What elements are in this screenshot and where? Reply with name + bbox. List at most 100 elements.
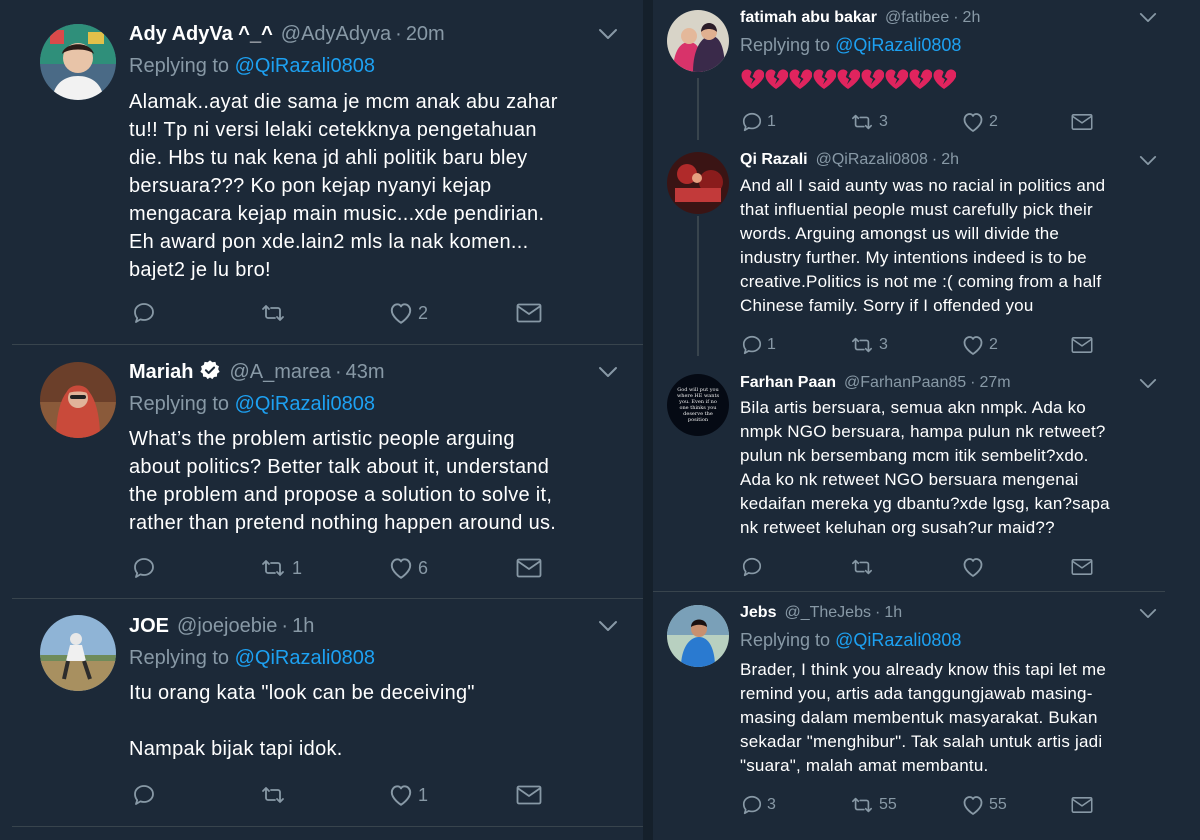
envelope-icon	[1071, 113, 1093, 131]
reply-button[interactable]	[132, 556, 258, 580]
display-name[interactable]: JOE	[129, 615, 169, 638]
retweet-button[interactable]: 1	[258, 556, 388, 580]
separator-dot: ·	[953, 9, 959, 26]
like-count: 55	[989, 796, 1007, 813]
user-handle[interactable]: @fatibee	[885, 9, 949, 27]
user-handle[interactable]: @QiRazali0808	[816, 151, 928, 169]
right-timeline: fatimah abu bakar @fatibee · 2h Replying…	[653, 0, 1200, 840]
heart-icon	[961, 555, 985, 579]
user-handle[interactable]: @A_marea	[229, 361, 330, 384]
replying-label: Replying to	[129, 55, 230, 77]
envelope-icon	[516, 558, 542, 578]
message-button[interactable]	[1071, 796, 1093, 814]
tweet-text: Itu orang kata "look can be deceiving" N…	[129, 682, 475, 760]
like-count: 2	[418, 302, 429, 323]
mention-link[interactable]: @QiRazali0808	[235, 647, 375, 669]
retweet-button[interactable]: 3	[849, 111, 961, 133]
retweet-button[interactable]: 3	[849, 334, 961, 356]
timestamp[interactable]: 2h	[963, 9, 981, 27]
chevron-down-icon[interactable]	[598, 620, 618, 632]
avatar[interactable]	[40, 615, 116, 691]
envelope-icon	[1071, 336, 1093, 354]
envelope-icon	[1071, 558, 1093, 576]
chevron-down-icon[interactable]	[598, 28, 618, 40]
display-name[interactable]: Farhan Paan	[740, 374, 836, 392]
reply-icon	[132, 783, 156, 807]
heart-icon	[388, 300, 414, 326]
divider	[12, 826, 643, 827]
retweet-button[interactable]	[258, 783, 388, 807]
heart-icon	[388, 782, 414, 808]
like-button[interactable]	[961, 555, 1071, 579]
avatar[interactable]	[667, 10, 729, 72]
avatar[interactable]	[667, 152, 729, 214]
timestamp[interactable]: 27m	[979, 374, 1010, 392]
reply-icon	[741, 556, 763, 578]
separator-dot: ·	[395, 22, 402, 45]
message-button[interactable]	[1071, 113, 1093, 131]
broken-heart-icon	[812, 68, 836, 90]
retweet-icon	[849, 111, 875, 133]
chevron-down-icon[interactable]	[1139, 378, 1157, 389]
like-button[interactable]: 2	[961, 110, 1071, 134]
retweet-button[interactable]: 55	[849, 794, 961, 816]
user-handle[interactable]: @AdyAdyva	[281, 23, 391, 46]
retweet-button[interactable]	[849, 556, 961, 578]
reply-button[interactable]	[132, 301, 258, 325]
reply-button[interactable]: 1	[741, 111, 849, 133]
like-button[interactable]: 55	[961, 793, 1071, 817]
display-name[interactable]: Ady AdyVa ^_^	[129, 23, 273, 46]
chevron-down-icon[interactable]	[1139, 608, 1157, 619]
chevron-down-icon[interactable]	[598, 366, 618, 378]
reply-button[interactable]: 3	[741, 794, 849, 816]
timestamp[interactable]: 1h	[884, 604, 902, 622]
avatar[interactable]: God will put you where HE wants you. Eve…	[667, 374, 729, 436]
timestamp[interactable]: 2h	[941, 151, 959, 169]
like-count: 2	[989, 113, 998, 130]
user-handle[interactable]: @_TheJebs	[784, 604, 871, 622]
timestamp[interactable]: 43m	[346, 361, 385, 384]
user-handle[interactable]: @joejoebie	[177, 615, 277, 638]
separator-dot: ·	[334, 360, 342, 383]
thread-line	[697, 78, 699, 140]
reply-count: 1	[767, 336, 776, 353]
reply-button[interactable]	[741, 556, 849, 578]
like-button[interactable]: 1	[388, 782, 516, 808]
message-button[interactable]	[516, 785, 542, 805]
retweet-icon	[258, 301, 288, 325]
message-button[interactable]	[516, 558, 542, 578]
like-count: 2	[989, 336, 998, 353]
chevron-down-icon[interactable]	[1139, 12, 1157, 23]
mention-link[interactable]: @QiRazali0808	[235, 393, 375, 415]
display-name[interactable]: Jebs	[740, 604, 776, 622]
reply-count: 1	[767, 113, 776, 130]
user-handle[interactable]: @FarhanPaan85	[844, 374, 966, 392]
avatar[interactable]	[40, 362, 116, 438]
chevron-down-icon[interactable]	[1139, 155, 1157, 166]
like-button[interactable]: 6	[388, 555, 516, 581]
message-button[interactable]	[516, 303, 542, 323]
timestamp[interactable]: 1h	[292, 615, 314, 638]
broken-heart-icon	[860, 68, 884, 90]
mention-link[interactable]: @QiRazali0808	[835, 35, 961, 55]
reply-button[interactable]	[132, 783, 258, 807]
broken-heart-icon	[740, 68, 764, 90]
avatar[interactable]	[40, 24, 116, 100]
mention-link[interactable]: @QiRazali0808	[835, 630, 961, 650]
message-button[interactable]	[1071, 558, 1093, 576]
display-name[interactable]: Qi Razali	[740, 151, 808, 169]
avatar[interactable]	[667, 605, 729, 667]
display-name[interactable]: Mariah	[129, 361, 193, 384]
broken-heart-icon	[884, 68, 908, 90]
retweet-button[interactable]	[258, 301, 388, 325]
mention-link[interactable]: @QiRazali0808	[235, 55, 375, 77]
reply-button[interactable]: 1	[741, 334, 849, 356]
timestamp[interactable]: 20m	[406, 23, 445, 46]
like-button[interactable]: 2	[961, 333, 1071, 357]
message-button[interactable]	[1071, 336, 1093, 354]
like-button[interactable]: 2	[388, 300, 516, 326]
tweet-text: Alamak..ayat die sama je mcm anak abu za…	[129, 91, 558, 281]
display-name[interactable]: fatimah abu bakar	[740, 9, 877, 27]
separator-dot: ·	[970, 374, 976, 391]
tweet-text: What’s the problem artistic people argui…	[129, 428, 557, 534]
